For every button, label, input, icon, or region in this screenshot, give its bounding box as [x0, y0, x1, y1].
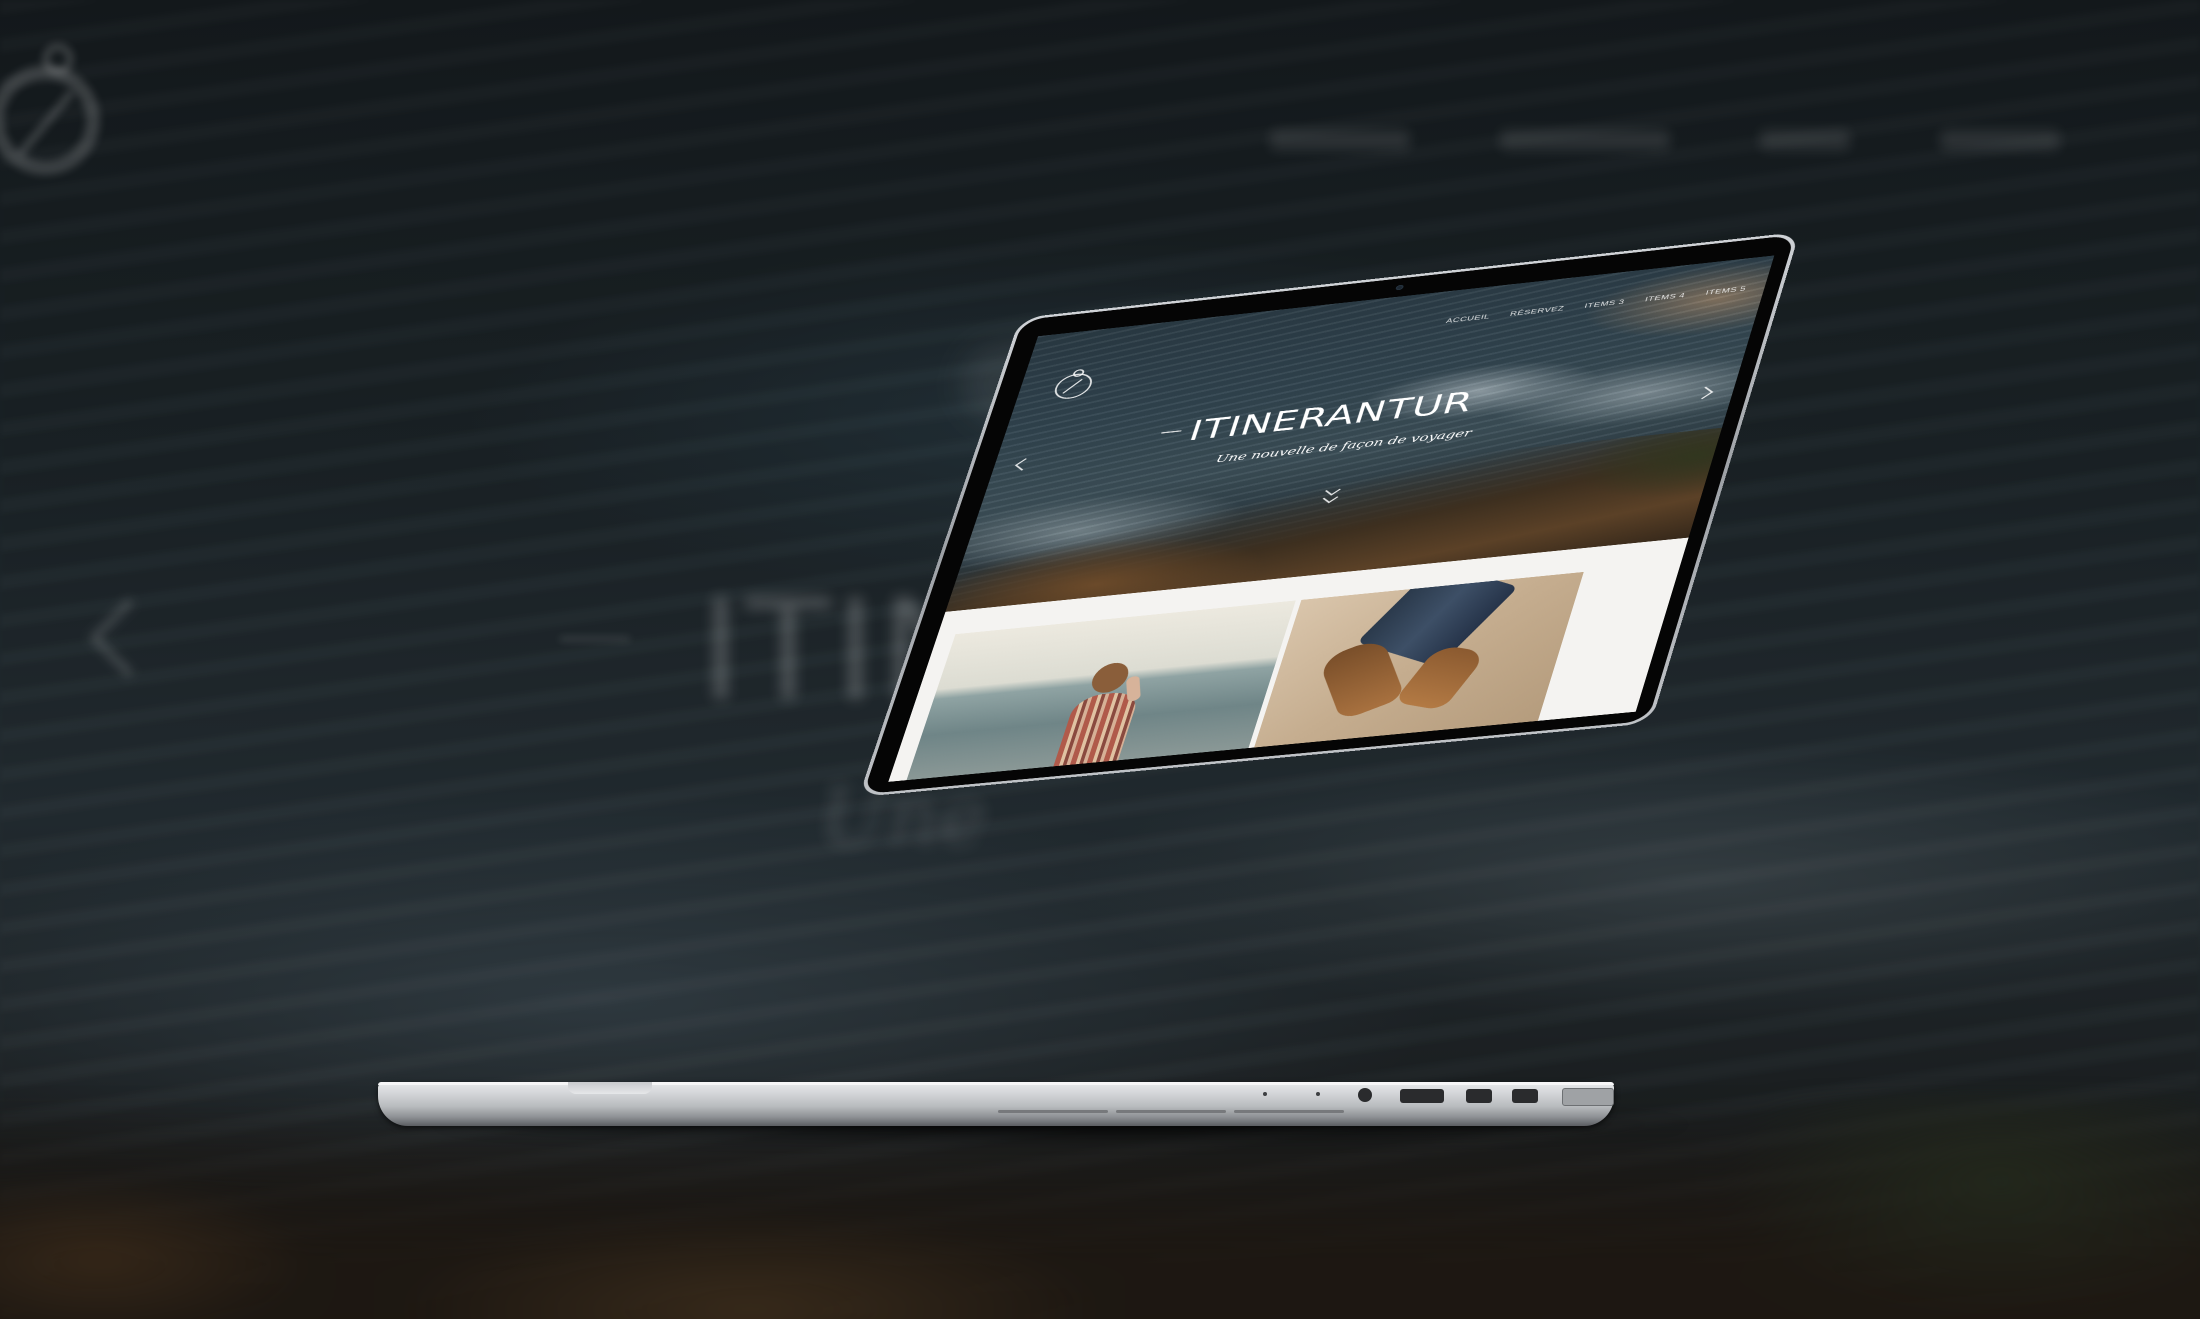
laptop-screen: ACCUEIL RÉSERVEZ ITEMS 3 ITEMS 4 ITEMS 5… — [888, 255, 1775, 782]
thunderbolt-port — [1512, 1089, 1538, 1103]
lid-opening-notch — [568, 1082, 652, 1094]
usb-port — [1400, 1089, 1444, 1103]
photo-figure-arm — [1126, 674, 1141, 703]
status-light — [1316, 1092, 1320, 1096]
photo-walking-shoes[interactable] — [1254, 571, 1584, 748]
background-nav-blur — [1270, 130, 2060, 150]
speaker-vent — [1234, 1110, 1344, 1113]
camera-icon — [1395, 284, 1405, 291]
headphone-jack — [1358, 1088, 1372, 1102]
thunderbolt-port — [1466, 1089, 1492, 1103]
photo-figure-body — [1050, 690, 1141, 775]
background-nav-item — [1270, 130, 1410, 150]
mic-dot — [1263, 1092, 1267, 1096]
magsafe-port — [1562, 1088, 1614, 1106]
background-nav-item — [1760, 130, 1850, 150]
laptop-base — [378, 1082, 1614, 1126]
background-nav-item — [1500, 130, 1670, 150]
photo-woman-by-sea[interactable] — [906, 600, 1296, 781]
background-title-dash — [560, 637, 630, 641]
chevron-down-icon — [1322, 492, 1339, 504]
speaker-vent — [1116, 1110, 1226, 1113]
background-nav-item — [1940, 130, 2060, 150]
speaker-vent — [998, 1110, 1108, 1113]
